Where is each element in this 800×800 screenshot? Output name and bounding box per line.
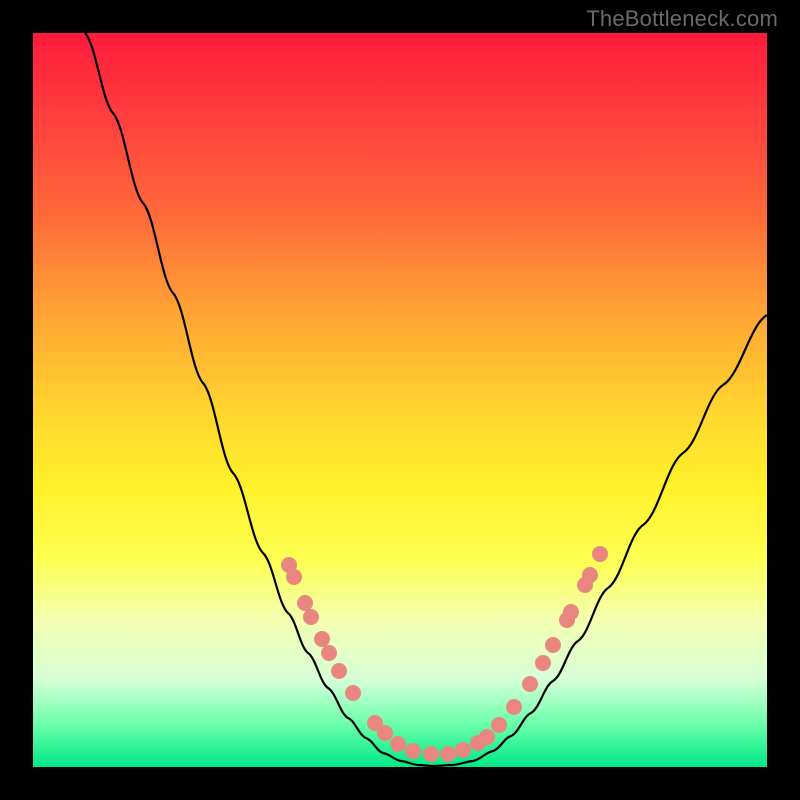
left-curve: [85, 33, 433, 766]
data-point: [331, 663, 347, 679]
right-curve: [433, 315, 767, 766]
data-point: [545, 637, 561, 653]
data-point: [522, 676, 538, 692]
data-point: [491, 717, 507, 733]
chart-frame: TheBottleneck.com: [0, 0, 800, 800]
data-points: [281, 546, 608, 762]
data-point: [479, 729, 495, 745]
watermark-text: TheBottleneck.com: [586, 6, 778, 32]
data-point: [506, 699, 522, 715]
data-point: [390, 736, 406, 752]
data-point: [377, 725, 393, 741]
data-point: [440, 746, 456, 762]
data-point: [297, 595, 313, 611]
data-point: [592, 546, 608, 562]
data-point: [423, 746, 439, 762]
data-point: [321, 645, 337, 661]
data-point: [535, 655, 551, 671]
plot-area: [33, 33, 767, 767]
data-point: [303, 609, 319, 625]
data-point: [314, 631, 330, 647]
data-point: [286, 569, 302, 585]
data-point: [582, 567, 598, 583]
data-point: [405, 743, 421, 759]
data-point: [455, 742, 471, 758]
data-point: [345, 685, 361, 701]
chart-svg: [33, 33, 767, 767]
data-point: [563, 604, 579, 620]
